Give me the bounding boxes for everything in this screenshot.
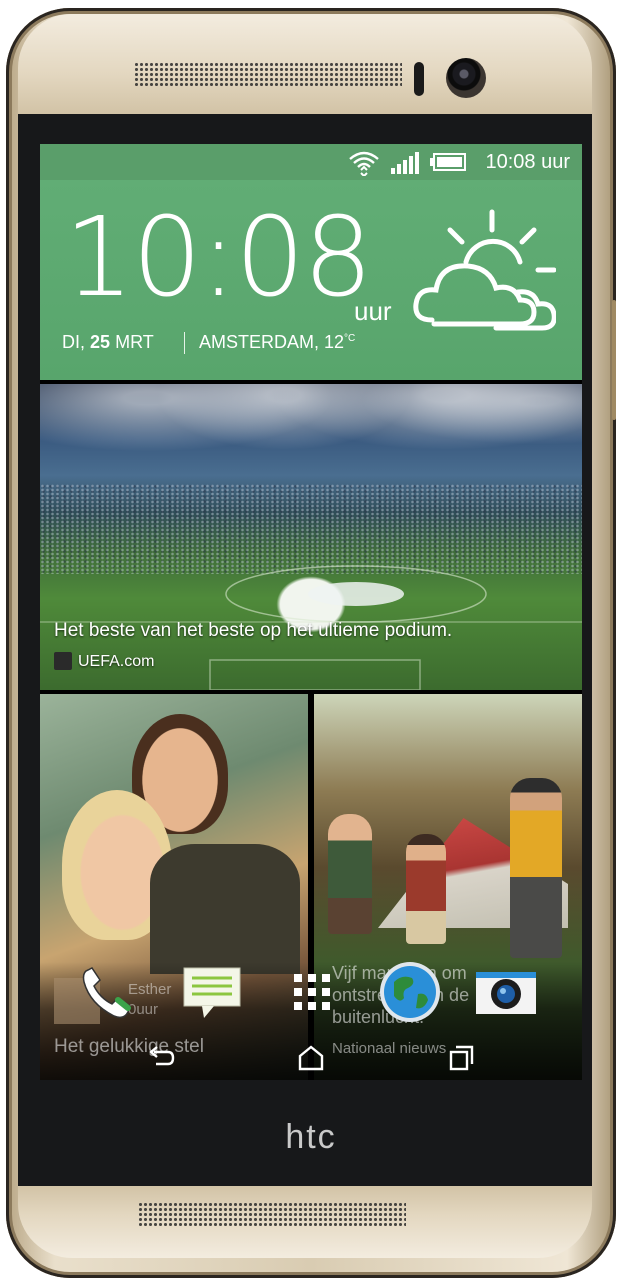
clock-weather-widget[interactable]: 10:08 uur DI, 25 MRT AMSTERDAM, 12°C xyxy=(40,180,582,380)
uefa-logo-icon xyxy=(54,652,72,670)
photo-hiker-right xyxy=(510,778,562,958)
location-temp: AMSTERDAM, 12 xyxy=(199,332,345,352)
app-dock xyxy=(40,954,582,1030)
navigation-bar xyxy=(40,1036,582,1080)
recent-apps-icon[interactable] xyxy=(446,1044,476,1072)
signal-icon xyxy=(391,152,419,174)
phone-icon[interactable] xyxy=(74,960,138,1024)
back-icon[interactable] xyxy=(146,1044,176,1072)
date-divider xyxy=(184,332,185,355)
hero-caption: Het beste van het beste op het ultieme p… xyxy=(54,620,453,641)
bottom-speaker-grille xyxy=(138,1202,406,1228)
proximity-sensor xyxy=(414,62,424,96)
date-month: MRT xyxy=(115,332,154,352)
volume-button xyxy=(612,300,616,420)
stadium-crowd xyxy=(40,484,582,574)
partly-cloudy-icon xyxy=(413,209,556,331)
brand-logo: htc xyxy=(285,1118,337,1156)
clock-suffix: uur xyxy=(354,296,392,326)
status-bar: 10:08 uur xyxy=(40,144,582,180)
clock-date: DI, 25 MRT xyxy=(62,332,154,353)
home-icon[interactable] xyxy=(296,1044,326,1072)
feed-card-hero[interactable]: Het beste van het beste op het ultieme p… xyxy=(40,384,582,690)
app-drawer-icon[interactable] xyxy=(280,960,344,1024)
internet-icon[interactable] xyxy=(378,960,442,1024)
hero-source-label: UEFA.com xyxy=(78,653,155,670)
photo-hiker-left xyxy=(328,814,372,934)
front-camera-icon xyxy=(446,58,486,98)
date-day: DI, xyxy=(62,332,86,352)
hero-source: UEFA.com xyxy=(54,652,154,671)
wifi-icon xyxy=(349,151,379,176)
clock-location: AMSTERDAM, 12°C xyxy=(174,332,356,355)
screen: 10:08 uur 10:08 uur DI, 25 MRT AMSTERDAM… xyxy=(40,144,582,1080)
status-time: 10:08 uur xyxy=(485,151,570,173)
camera-icon[interactable] xyxy=(474,960,538,1024)
temp-unit: °C xyxy=(344,333,356,344)
top-speaker-grille xyxy=(134,62,402,88)
date-number: 25 xyxy=(90,332,111,352)
photo-hiker-middle xyxy=(406,834,446,944)
clock-time: 10:08 xyxy=(64,193,373,321)
battery-icon xyxy=(430,153,466,171)
messages-icon[interactable] xyxy=(180,960,244,1024)
